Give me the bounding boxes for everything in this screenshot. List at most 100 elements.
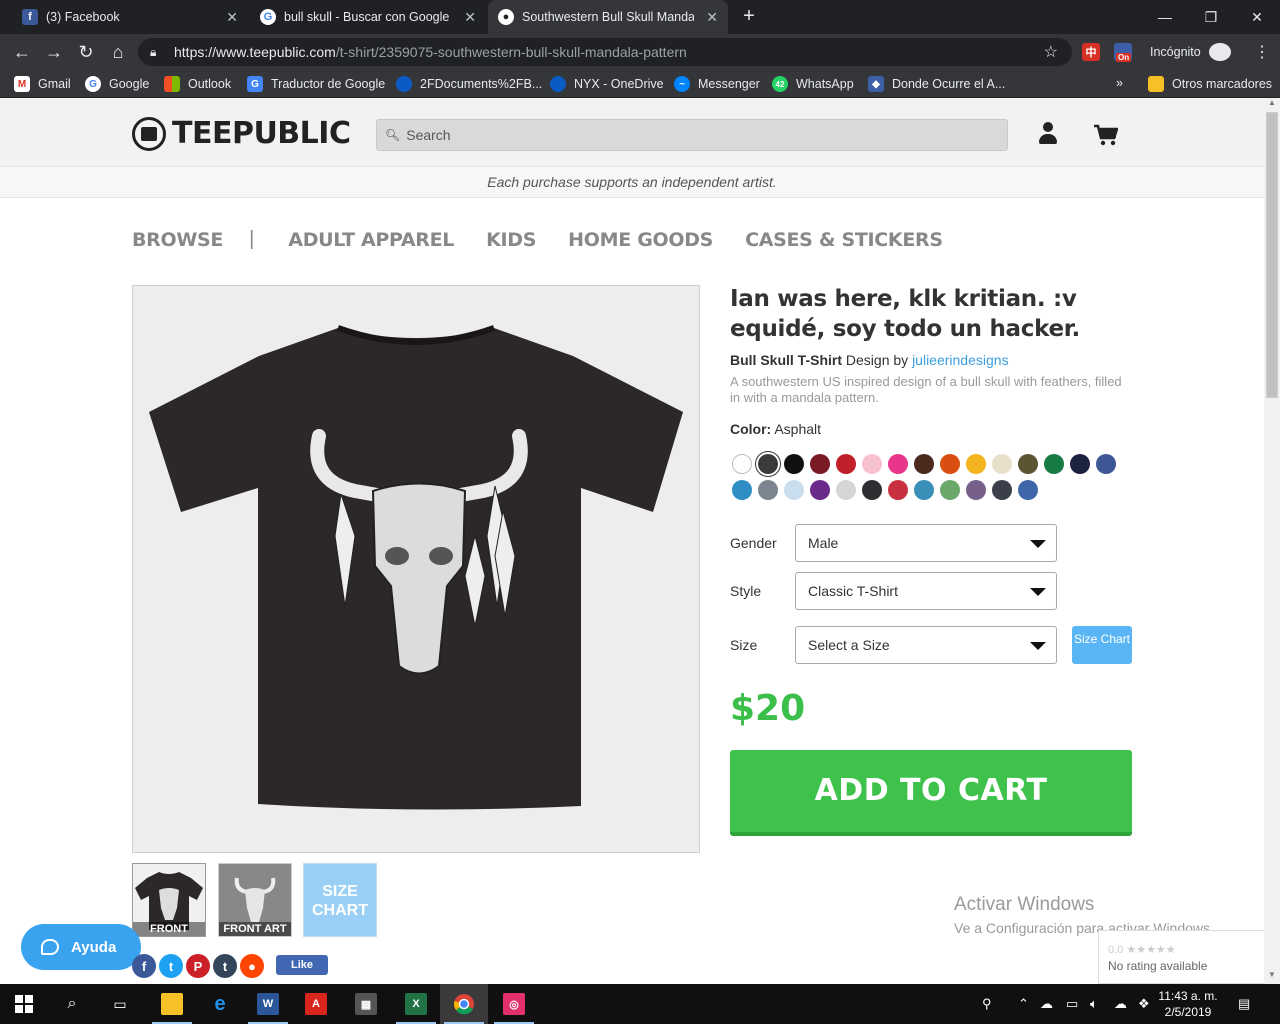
product-image[interactable]	[132, 285, 700, 853]
color-swatch[interactable]	[888, 454, 908, 474]
restore-button[interactable]: ❐	[1188, 0, 1234, 34]
start-button[interactable]	[0, 984, 48, 1024]
color-swatch[interactable]	[914, 480, 934, 500]
search-taskbar-icon[interactable]: ⌕	[48, 984, 96, 1024]
nav-cases-stickers[interactable]: CASES & STICKERS	[745, 229, 943, 251]
gender-select[interactable]: Male	[795, 524, 1057, 562]
bookmark-documents[interactable]: 2FDocuments%2FB...	[396, 76, 542, 92]
calculator-icon[interactable]: ▦	[342, 984, 390, 1024]
color-swatch[interactable]	[836, 480, 856, 500]
close-icon[interactable]: ✕	[226, 9, 238, 26]
search-input[interactable]: 🔍︎ Search	[376, 119, 1008, 151]
pinterest-share-icon[interactable]: P	[186, 954, 210, 978]
facebook-share-icon[interactable]: f	[132, 954, 156, 978]
twitter-share-icon[interactable]: t	[159, 954, 183, 978]
color-swatch[interactable]	[888, 480, 908, 500]
word-icon[interactable]: W	[244, 984, 292, 1024]
color-swatch[interactable]	[992, 480, 1012, 500]
thumb-size-chart[interactable]: SIZE CHART	[303, 863, 377, 937]
site-logo[interactable]: TEEPUBLIC	[132, 116, 351, 151]
bookmark-onedrive[interactable]: NYX - OneDrive	[550, 76, 664, 92]
scroll-thumb[interactable]	[1266, 112, 1278, 398]
reload-icon[interactable]: ↻	[74, 40, 98, 64]
menu-icon[interactable]: ⋮	[1254, 42, 1270, 62]
thumb-front[interactable]: FRONT	[132, 863, 206, 937]
dropbox-icon[interactable]: ❖	[1138, 996, 1150, 1012]
back-icon[interactable]: ←	[10, 40, 34, 64]
color-swatch[interactable]	[1070, 454, 1090, 474]
reddit-share-icon[interactable]: ●	[240, 954, 264, 978]
help-button[interactable]: Ayuda	[21, 924, 141, 970]
facebook-like-button[interactable]: Like	[276, 955, 328, 975]
new-tab-button[interactable]: +	[738, 5, 760, 28]
bookmark-messenger[interactable]: ~ Messenger	[674, 76, 760, 92]
scroll-up-icon[interactable]: ▲	[1264, 98, 1280, 112]
edge-icon[interactable]: e	[196, 984, 244, 1024]
bookmark-star-icon[interactable]: ☆	[1044, 42, 1058, 62]
color-swatch[interactable]	[940, 454, 960, 474]
acrobat-icon[interactable]: A	[292, 984, 340, 1024]
color-swatch[interactable]	[1018, 454, 1038, 474]
chrome-icon[interactable]	[440, 984, 488, 1024]
size-chart-button[interactable]: Size Chart	[1072, 626, 1132, 664]
close-window-button[interactable]: ✕	[1234, 0, 1280, 34]
upload-cloud-icon[interactable]: ☁	[1114, 996, 1127, 1012]
color-swatch[interactable]	[758, 454, 778, 474]
color-swatch[interactable]	[966, 480, 986, 500]
bookmarks-overflow[interactable]: »	[1116, 76, 1123, 90]
chevron-up-icon[interactable]: ⌃	[1018, 996, 1029, 1012]
thumb-front-art[interactable]: FRONT ART	[218, 863, 292, 937]
color-swatch[interactable]	[732, 454, 752, 474]
color-swatch[interactable]	[836, 454, 856, 474]
rating-widget[interactable]: 0.0 ★★★★★ No rating available	[1098, 930, 1264, 984]
tab-teepublic[interactable]: ● Southwestern Bull Skull Mandala ✕	[488, 0, 728, 34]
color-swatch[interactable]	[810, 454, 830, 474]
page-scrollbar[interactable]: ▲ ▼	[1264, 98, 1280, 984]
color-swatch[interactable]	[732, 480, 752, 500]
nav-kids[interactable]: KIDS	[486, 229, 536, 251]
bookmark-whatsapp[interactable]: 42 WhatsApp	[772, 76, 854, 92]
excel-icon[interactable]: X	[392, 984, 440, 1024]
task-view-icon[interactable]: ▭	[96, 984, 144, 1024]
nav-adult-apparel[interactable]: ADULT APPAREL	[288, 229, 454, 251]
color-swatch[interactable]	[862, 454, 882, 474]
bookmark-outlook[interactable]: Outlook	[164, 76, 231, 92]
instagram-icon[interactable]: ◎	[490, 984, 538, 1024]
color-swatch[interactable]	[1044, 454, 1064, 474]
color-swatch[interactable]	[862, 480, 882, 500]
color-swatch[interactable]	[784, 454, 804, 474]
address-bar[interactable]: 🔒︎ https://www.teepublic.com/t-shirt/235…	[138, 38, 1072, 66]
forward-icon[interactable]: →	[42, 40, 66, 64]
bookmark-gmail[interactable]: M Gmail	[14, 76, 71, 92]
home-icon[interactable]: ⌂	[106, 40, 130, 64]
style-select[interactable]: Classic T-Shirt	[795, 572, 1057, 610]
color-swatch[interactable]	[1096, 454, 1116, 474]
notifications-icon[interactable]: ▤	[1238, 996, 1250, 1012]
minimize-button[interactable]: —	[1142, 0, 1188, 34]
cart-icon[interactable]	[1094, 124, 1118, 146]
color-swatch[interactable]	[758, 480, 778, 500]
other-bookmarks[interactable]: Otros marcadores	[1148, 76, 1272, 92]
file-explorer-icon[interactable]	[148, 984, 196, 1024]
onedrive-tray-icon[interactable]: ☁	[1040, 996, 1053, 1012]
designer-link[interactable]: julieerindesigns	[912, 352, 1009, 368]
add-to-cart-button[interactable]: ADD TO CART	[730, 750, 1132, 836]
system-clock[interactable]: 11:43 a. m. 2/5/2019	[1158, 988, 1218, 1020]
size-select[interactable]: Select a Size	[795, 626, 1057, 664]
volume-icon[interactable]: 🔈︎	[1090, 996, 1098, 1012]
scroll-down-icon[interactable]: ▼	[1264, 970, 1280, 984]
color-swatch[interactable]	[1018, 480, 1038, 500]
incognito-indicator[interactable]: Incógnito	[1150, 43, 1231, 61]
extension-translate-icon[interactable]: 中	[1082, 43, 1100, 61]
bookmark-google[interactable]: G Google	[85, 76, 149, 92]
people-icon[interactable]: ⚲	[982, 996, 992, 1012]
tumblr-share-icon[interactable]: t	[213, 954, 237, 978]
color-swatch[interactable]	[914, 454, 934, 474]
color-swatch[interactable]	[784, 480, 804, 500]
nav-home-goods[interactable]: HOME GOODS	[568, 229, 713, 251]
extension-icon[interactable]: On	[1114, 43, 1132, 62]
account-icon[interactable]	[1038, 122, 1058, 146]
tab-facebook[interactable]: f (3) Facebook ✕	[12, 0, 248, 34]
bookmark-donde-ocurre[interactable]: ◆ Donde Ocurre el A...	[868, 76, 1005, 92]
tab-google-search[interactable]: G bull skull - Buscar con Google ✕	[250, 0, 486, 34]
